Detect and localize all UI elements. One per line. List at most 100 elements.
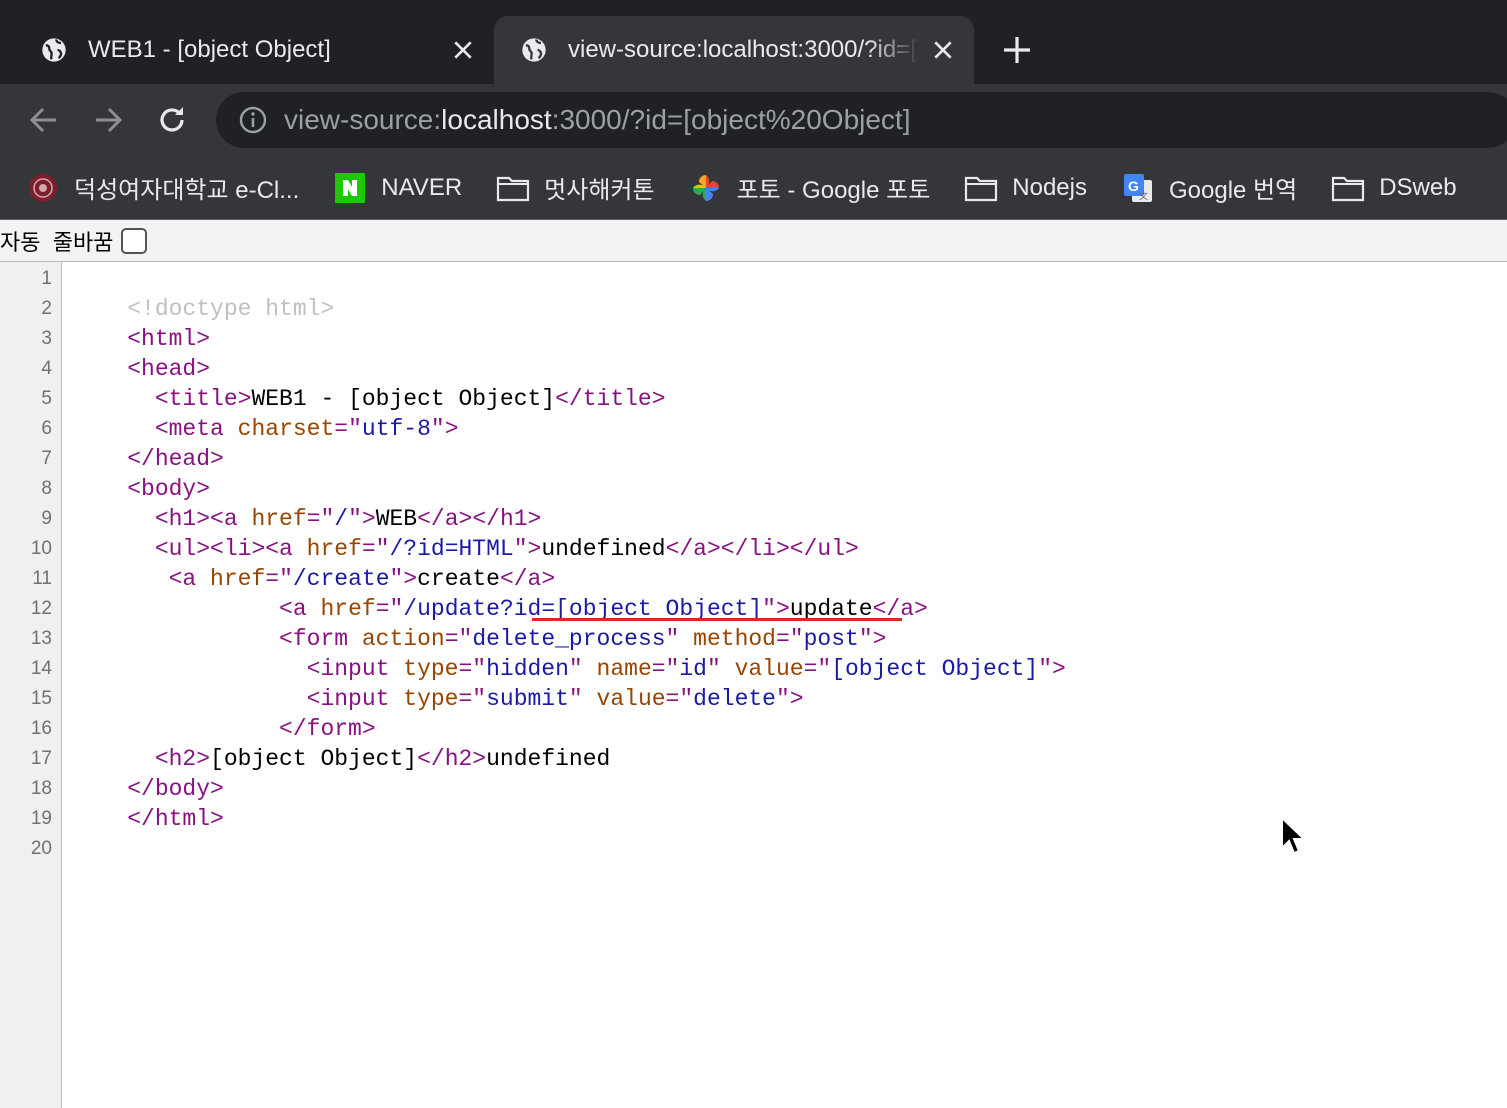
source-line: 7 </head> [0, 444, 1507, 474]
source-line: 6 <meta charset="utf-8"> [0, 414, 1507, 444]
bookmark-google-translate[interactable]: G文 Google 번역 [1121, 170, 1297, 205]
source-line: 11 <a href="/create">create</a> [0, 564, 1507, 594]
code-token: =" [306, 506, 335, 532]
tab-view-source[interactable]: view-source:localhost:3000/?id=[object%2… [494, 16, 974, 84]
tab-strip: WEB1 - [object Object] view-source:local… [0, 0, 1507, 84]
tab-web1[interactable]: WEB1 - [object Object] [0, 16, 494, 84]
code-token: <!doctype html> [72, 296, 335, 322]
code-token: "> [775, 686, 804, 712]
code-token: </title> [555, 386, 666, 412]
code-token: <a [279, 596, 321, 622]
close-tab-icon[interactable] [452, 39, 474, 61]
source-line-text: <html> [72, 324, 210, 354]
line-number: 3 [41, 328, 52, 349]
line-number: 8 [41, 478, 52, 499]
line-wrap-checkbox[interactable] [121, 227, 148, 254]
svg-text:G: G [1128, 178, 1139, 194]
code-token: /create [292, 566, 390, 592]
address-bar[interactable]: view-source:localhost:3000/?id=[object%2… [216, 92, 1507, 148]
reload-icon[interactable] [154, 102, 190, 138]
code-token: " [568, 656, 597, 682]
bookmark-naver[interactable]: NAVER [333, 172, 462, 203]
line-number: 20 [30, 838, 52, 859]
line-number: 13 [30, 628, 52, 649]
code-token: hidden [486, 656, 569, 682]
folder-icon [496, 173, 530, 203]
source-line: 1 [0, 264, 1507, 294]
globe-icon [42, 38, 66, 62]
line-number: 1 [41, 268, 52, 289]
code-token: / [334, 506, 349, 532]
bookmark-duksung[interactable]: 덕성여자대학교 e-Cl... [26, 170, 299, 205]
url-scheme: view-source: [284, 104, 442, 135]
code-token: delete [693, 686, 776, 712]
code-token: "> [858, 626, 887, 652]
forward-arrow-icon[interactable] [90, 102, 126, 138]
globe-icon [522, 38, 546, 62]
info-icon[interactable] [238, 105, 268, 135]
source-line-text: <h1><a href="/">WEB</a></h1> [72, 504, 542, 534]
code-token: charset [237, 416, 335, 442]
source-line-text: </form> [72, 714, 376, 744]
folder-icon [1331, 173, 1365, 203]
line-number: 19 [30, 808, 52, 829]
red-underline-annotation [532, 618, 902, 621]
code-token: =" [775, 626, 804, 652]
source-line-text: </html> [72, 804, 224, 834]
bookmark-folder-nodejs[interactable]: Nodejs [964, 173, 1087, 203]
source-line: 4 <head> [0, 354, 1507, 384]
code-token: " [568, 686, 597, 712]
code-token: <form [279, 626, 362, 652]
close-tab-icon[interactable] [932, 39, 954, 61]
code-token: </h2> [417, 746, 487, 772]
code-token: [object Object] [210, 746, 418, 772]
code-token: "> [389, 566, 418, 592]
line-number: 6 [41, 418, 52, 439]
source-line: 13 <form action="delete_process" method=… [0, 624, 1507, 654]
tab-title: WEB1 - [object Object] [88, 36, 331, 63]
bookmark-folder-dsweb[interactable]: DSweb [1331, 173, 1457, 203]
url-path: :3000/?id=[object%20Object] [551, 104, 911, 135]
new-tab-icon[interactable] [1000, 33, 1034, 67]
code-token: href [306, 536, 362, 562]
code-token: action [361, 626, 445, 652]
line-number: 9 [41, 508, 52, 529]
bookmark-folder-hackathon[interactable]: 멋사해커톤 [496, 170, 655, 205]
source-line: 14 <input type="hidden" name="id" value=… [0, 654, 1507, 684]
code-token: </a></h1> [417, 506, 542, 532]
code-token: undefined [541, 536, 666, 562]
code-token: =" [458, 656, 487, 682]
code-token: href [210, 566, 266, 592]
code-token: </body> [127, 776, 224, 802]
code-token: <body> [127, 476, 211, 502]
code-token: <input [306, 656, 404, 682]
line-number: 18 [30, 778, 52, 799]
code-token: </a></li></ul> [665, 536, 859, 562]
code-token: name [596, 656, 652, 682]
source-code-view: 12 <!doctype html> 3 <html> 4 <head> 5 <tit… [0, 264, 1507, 864]
source-line-text: </head> [72, 444, 224, 474]
code-token: href [320, 596, 376, 622]
code-token: [object Object] [831, 656, 1039, 682]
tab-title: view-source:localhost:3000/?id=[object%2… [568, 36, 920, 63]
bookmark-label: Nodejs [1012, 173, 1087, 201]
line-number: 12 [30, 598, 52, 619]
code-token: post [803, 626, 859, 652]
code-token: =" [458, 686, 487, 712]
bookmark-google-photos[interactable]: 포토 - Google 포토 [689, 170, 930, 205]
back-arrow-icon[interactable] [26, 102, 62, 138]
line-wrap-label: 자동 줄바꿈 [0, 229, 114, 255]
code-token: =" [265, 566, 293, 592]
code-token: =" [665, 686, 694, 712]
code-token: "> [513, 536, 542, 562]
source-line-text: <form action="delete_process" method="po… [72, 624, 886, 654]
code-token: " [706, 656, 735, 682]
line-number: 10 [30, 538, 52, 559]
source-line-text: <body> [72, 474, 210, 504]
code-token: <meta [154, 416, 238, 442]
